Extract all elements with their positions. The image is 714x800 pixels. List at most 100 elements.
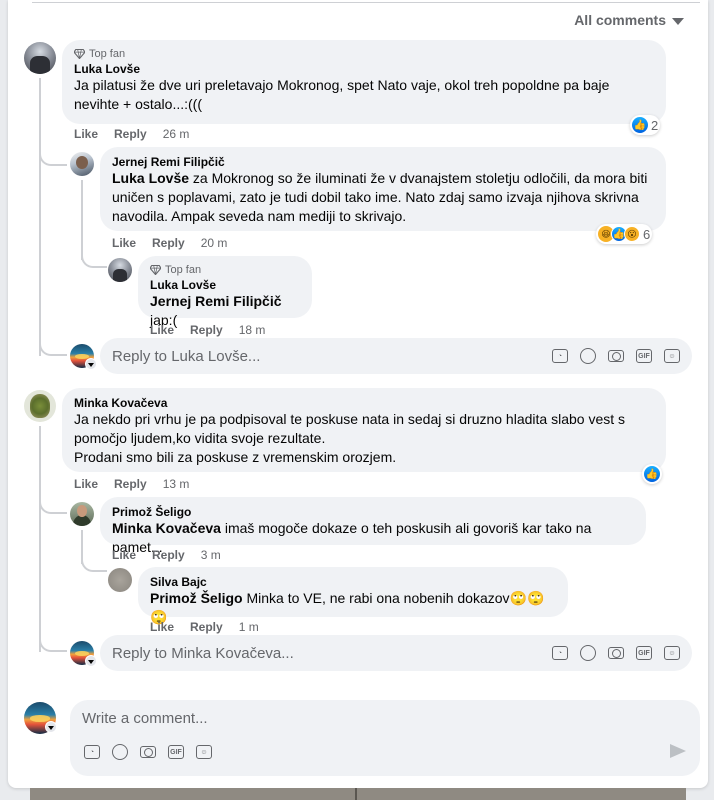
comment-text-line2: Prodani smo bili za poskuse z vremenskim… — [74, 449, 397, 465]
reply-button[interactable]: Reply — [152, 548, 185, 562]
avatar[interactable] — [24, 390, 56, 422]
reply-bubble: Silva Bajc Primož Šeligo Minka to VE, ne… — [138, 567, 568, 625]
avatar[interactable] — [108, 568, 132, 592]
camera-icon[interactable] — [608, 350, 624, 362]
comment-bubble: Minka Kovačeva Ja nekdo pri vrhu je pa p… — [62, 388, 666, 472]
timestamp[interactable]: 3 m — [201, 548, 221, 562]
comments-panel: All comments Top fan Luka Lovše Ja pilat… — [8, 0, 708, 788]
gif-icon[interactable]: GIF — [636, 646, 652, 660]
diamond-icon — [150, 265, 161, 275]
reply-button[interactable]: Reply — [114, 477, 147, 491]
sticker-icon[interactable]: ◔ — [552, 646, 568, 660]
emoji-icon[interactable] — [580, 348, 596, 364]
send-icon[interactable] — [670, 744, 686, 758]
avatar-sticker-icon[interactable]: ☺ — [196, 745, 212, 759]
reaction-summary[interactable]: 👍 — [642, 464, 662, 484]
all-comments-filter[interactable]: All comments — [574, 12, 684, 28]
comment-author[interactable]: Luka Lovše — [74, 62, 654, 76]
reply-bubble: Top fan Luka Lovše Jernej Remi Filipčič … — [138, 256, 312, 328]
mention-link[interactable]: Primož Šeligo — [150, 590, 243, 606]
avatar[interactable] — [70, 152, 94, 176]
avatar[interactable] — [108, 258, 132, 282]
avatar[interactable] — [70, 502, 94, 526]
comment-author[interactable]: Luka Lovše — [150, 278, 300, 292]
badge-label: Top fan — [89, 48, 126, 60]
avatar-sticker-icon[interactable]: ☺ — [664, 349, 680, 363]
reply-actions: Like Reply 1 m — [150, 620, 259, 634]
badge-label: Top fan — [165, 264, 202, 276]
mention-link[interactable]: Minka Kovačeva — [112, 520, 221, 536]
mention-link[interactable]: Luka Lovše — [112, 170, 189, 186]
comment-author[interactable]: Jernej Remi Filipčič — [112, 155, 654, 169]
reply-button[interactable]: Reply — [152, 236, 185, 250]
reply-input[interactable]: Reply to Minka Kovačeva... ◔ GIF ☺ — [100, 635, 692, 671]
comment-bubble: Top fan Luka Lovše Ja pilatusi že dve ur… — [62, 40, 666, 124]
timestamp[interactable]: 1 m — [239, 620, 259, 634]
avatar[interactable] — [24, 42, 56, 74]
thread-connector — [39, 636, 67, 652]
composer-tools: ◔ GIF ☺ — [552, 348, 680, 364]
emoji-icon[interactable] — [580, 645, 596, 661]
reaction-summary[interactable]: 👍 2 — [630, 115, 661, 135]
thread-line — [39, 78, 41, 356]
camera-icon[interactable] — [608, 647, 624, 659]
sticker-icon[interactable]: ◔ — [84, 745, 100, 759]
like-button[interactable]: Like — [74, 127, 98, 141]
comment-input[interactable]: Write a comment... ◔ GIF ☺ — [70, 700, 700, 776]
reply-button[interactable]: Reply — [114, 127, 147, 141]
chevron-down-icon[interactable] — [85, 358, 97, 370]
comment-author[interactable]: Silva Bajc — [150, 575, 556, 589]
thread-line — [81, 180, 83, 260]
sticker-icon[interactable]: ◔ — [552, 349, 568, 363]
wow-reaction-icon: 😮 — [624, 226, 640, 242]
gif-icon[interactable]: GIF — [636, 349, 652, 363]
comment-placeholder: Write a comment... — [82, 710, 208, 727]
timestamp[interactable]: 20 m — [201, 236, 228, 250]
thread-connector — [39, 340, 67, 356]
reply-actions: Like Reply 18 m — [150, 323, 265, 337]
like-button[interactable]: Like — [150, 620, 174, 634]
comment-text: Ja nekdo pri vrhu je pa podpisoval te po… — [74, 411, 626, 446]
reply-button[interactable]: Reply — [190, 323, 223, 337]
chevron-down-icon[interactable] — [45, 721, 57, 733]
thread-connector — [81, 556, 107, 572]
comment-text: Ja pilatusi že dve uri preletavajo Mokro… — [74, 77, 610, 112]
timestamp[interactable]: 13 m — [163, 477, 190, 491]
camera-icon[interactable] — [140, 746, 156, 758]
comment-actions: Like Reply 26 m — [74, 127, 189, 141]
post-image-edge — [30, 788, 686, 800]
like-button[interactable]: Like — [150, 323, 174, 337]
reaction-count: 6 — [643, 226, 651, 242]
like-reaction-icon: 👍 — [632, 117, 648, 133]
reply-bubble: Jernej Remi Filipčič Luka Lovše za Mokro… — [100, 147, 666, 231]
avatar-sticker-icon[interactable]: ☺ — [664, 646, 680, 660]
like-button[interactable]: Like — [74, 477, 98, 491]
mention-link[interactable]: Jernej Remi Filipčič — [150, 293, 282, 309]
divider — [32, 2, 700, 3]
caret-down-icon — [672, 17, 684, 25]
top-fan-badge: Top fan — [74, 48, 654, 60]
like-button[interactable]: Like — [112, 548, 136, 562]
thread-connector — [81, 254, 107, 268]
reply-placeholder: Reply to Minka Kovačeva... — [112, 644, 294, 662]
gif-icon[interactable]: GIF — [168, 745, 184, 759]
thread-connector — [39, 498, 67, 514]
reply-text: Luka Lovše za Mokronog so že iluminati ž… — [112, 169, 654, 226]
comment-author[interactable]: Minka Kovačeva — [74, 396, 654, 410]
filter-label: All comments — [574, 12, 666, 28]
reply-placeholder: Reply to Luka Lovše... — [112, 347, 261, 365]
comment-actions: Like Reply 13 m — [74, 477, 189, 491]
like-button[interactable]: Like — [112, 236, 136, 250]
timestamp[interactable]: 26 m — [163, 127, 190, 141]
reaction-summary[interactable]: 😆 👍 😮 6 — [596, 224, 653, 244]
chevron-down-icon[interactable] — [85, 655, 97, 667]
composer-tools: ◔ GIF ☺ — [84, 744, 212, 760]
timestamp[interactable]: 18 m — [239, 323, 266, 337]
reply-input[interactable]: Reply to Luka Lovše... ◔ GIF ☺ — [100, 338, 692, 374]
emoji-icon[interactable] — [112, 744, 128, 760]
reply-button[interactable]: Reply — [190, 620, 223, 634]
top-fan-badge: Top fan — [150, 264, 300, 276]
reply-actions: Like Reply 20 m — [112, 236, 227, 250]
reply-actions: Like Reply 3 m — [112, 548, 221, 562]
comment-author[interactable]: Primož Šeligo — [112, 505, 634, 519]
